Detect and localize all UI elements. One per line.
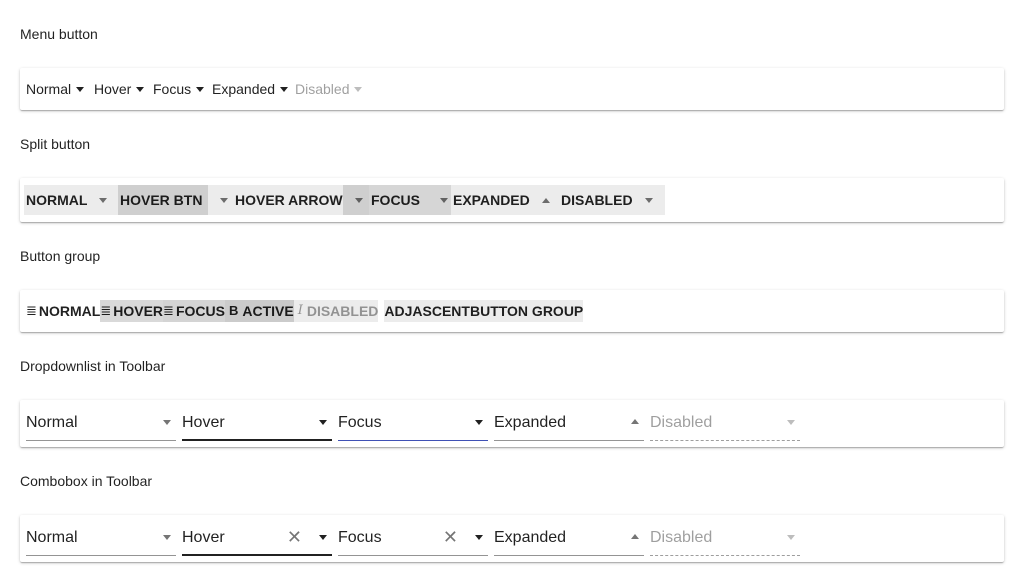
caret-down-icon [787,420,795,425]
split-button-main[interactable]: FOCUS [369,185,428,215]
caret-down-icon[interactable] [319,535,327,540]
dropdown-value: Expanded [494,414,567,431]
adjacent-button[interactable]: ADJASCENT [384,300,470,322]
split-button-focus[interactable]: FOCUS [369,185,460,215]
split-button-normal[interactable]: NORMAL [24,185,120,215]
menu-button-label: Focus [153,81,192,97]
section-title-menu-button: Menu button [20,26,98,42]
button-group-disabled: I DISABLED [293,300,379,322]
adjacent-button-group[interactable]: ADJASCENT BUTTON GROUP [384,300,584,322]
split-button-expanded[interactable]: EXPANDED [451,185,562,215]
caret-down-icon [440,197,448,203]
dropdownlist-focus[interactable]: Focus [338,412,488,441]
dropdownlist-normal[interactable]: Normal [26,412,176,441]
button-label: DISABLED [306,303,379,319]
split-button-toolbar: NORMAL HOVER BTN HOVER ARROW FOCUS EXPAN… [20,178,1004,222]
button-label: HOVER [113,303,164,319]
split-button-main[interactable]: NORMAL [24,185,87,215]
menu-button-focus[interactable]: Focus [153,81,205,97]
combobox-input[interactable]: Focus [338,527,382,549]
caret-down-icon [787,535,795,540]
caret-up-icon [631,419,639,424]
caret-down-icon [319,420,327,425]
button-group-active[interactable]: B ACTIVE [224,300,294,322]
caret-up-icon [541,197,550,203]
split-button-main: DISABLED [561,192,633,208]
caret-down-icon [99,197,108,203]
menu-button-label: Hover [94,81,132,97]
caret-up-icon[interactable] [631,534,639,539]
combobox-normal[interactable]: Normal [26,527,176,556]
combobox-expanded[interactable]: Expanded [494,527,644,556]
align-justify-icon: ≣ [100,303,112,318]
caret-down-icon [136,86,145,92]
dropdown-value: Hover [182,414,225,431]
section-title-combobox: Combobox in Toolbar [20,473,153,489]
menu-button-label: Expanded [212,81,276,97]
clear-icon[interactable]: ✕ [287,526,302,548]
button-label: FOCUS [175,303,225,319]
menu-button-hover[interactable]: Hover [94,81,145,97]
menu-button-normal[interactable]: Normal [26,81,85,97]
button-group-focus[interactable]: ≣ FOCUS [163,300,225,322]
split-button-disabled: DISABLED [559,185,665,215]
dropdownlist-expanded[interactable]: Expanded [494,412,644,441]
dropdownlist-disabled: Disabled [650,412,800,441]
dropdown-value: Disabled [650,414,713,431]
caret-down-icon [354,86,363,92]
adjacent-button[interactable]: BUTTON GROUP [470,300,583,322]
button-group-hover[interactable]: ≣ HOVER [100,300,164,322]
button-label: ACTIVE [242,303,294,319]
caret-down-icon [76,86,85,92]
dropdownlist-toolbar: Normal Hover Focus Expanded Disabled [20,400,1004,447]
dropdown-value: Focus [338,414,382,431]
caret-down-icon [220,197,229,203]
split-button-arrow [633,185,665,215]
split-button-hover-arrow[interactable]: HOVER ARROW [233,185,375,215]
caret-down-icon[interactable] [163,535,171,540]
combobox-input[interactable]: Expanded [494,527,566,549]
button-group: ≣ NORMAL ≣ HOVER ≣ FOCUS B ACTIVE I DISABLED … [26,300,584,322]
section-title-dropdownlist: Dropdownlist in Toolbar [20,358,166,374]
bold-icon: B [228,303,239,318]
split-button-main[interactable]: EXPANDED [451,185,530,215]
menu-button-label: Normal [26,81,72,97]
menu-button-label: Disabled [295,81,350,97]
split-button-arrow[interactable] [87,185,119,215]
align-justify-icon: ≣ [26,303,37,318]
combobox-hover[interactable]: Hover ✕ [182,527,332,556]
combobox-disabled: Disabled [650,527,800,556]
combobox-input[interactable]: Normal [26,527,78,549]
caret-down-icon [475,420,483,425]
combobox-input: Disabled [650,529,713,546]
combobox-focus[interactable]: Focus ✕ [338,527,488,556]
dropdown-value: Normal [26,414,78,431]
combobox-toolbar: Normal Hover ✕ Focus ✕ Expanded Disabled [20,515,1004,562]
caret-down-icon [163,420,171,425]
caret-down-icon [354,197,363,203]
button-label: NORMAL [38,303,101,319]
caret-down-icon[interactable] [475,535,483,540]
split-button-arrow[interactable] [530,185,562,215]
menu-button-toolbar: Normal Hover Focus Expanded Disabled [20,68,1004,110]
menu-button-disabled: Disabled [295,81,363,97]
split-button-hover-btn[interactable]: HOVER BTN [118,185,241,215]
caret-down-icon [280,86,289,92]
split-button-main[interactable]: HOVER BTN [118,185,209,215]
button-group-toolbar: ≣ NORMAL ≣ HOVER ≣ FOCUS B ACTIVE I DISABLED … [20,290,1004,332]
split-button-main[interactable]: HOVER ARROW [233,185,343,215]
section-title-split-button: Split button [20,136,91,152]
italic-icon: I [297,303,303,318]
dropdownlist-hover[interactable]: Hover [182,412,332,441]
align-justify-icon: ≣ [163,303,174,318]
combobox-input[interactable]: Hover [182,527,225,549]
caret-down-icon [644,197,653,203]
menu-button-expanded[interactable]: Expanded [212,81,289,97]
button-group-normal[interactable]: ≣ NORMAL [26,300,100,322]
clear-icon[interactable]: ✕ [443,526,458,548]
caret-down-icon [196,86,205,92]
section-title-button-group: Button group [20,248,101,264]
